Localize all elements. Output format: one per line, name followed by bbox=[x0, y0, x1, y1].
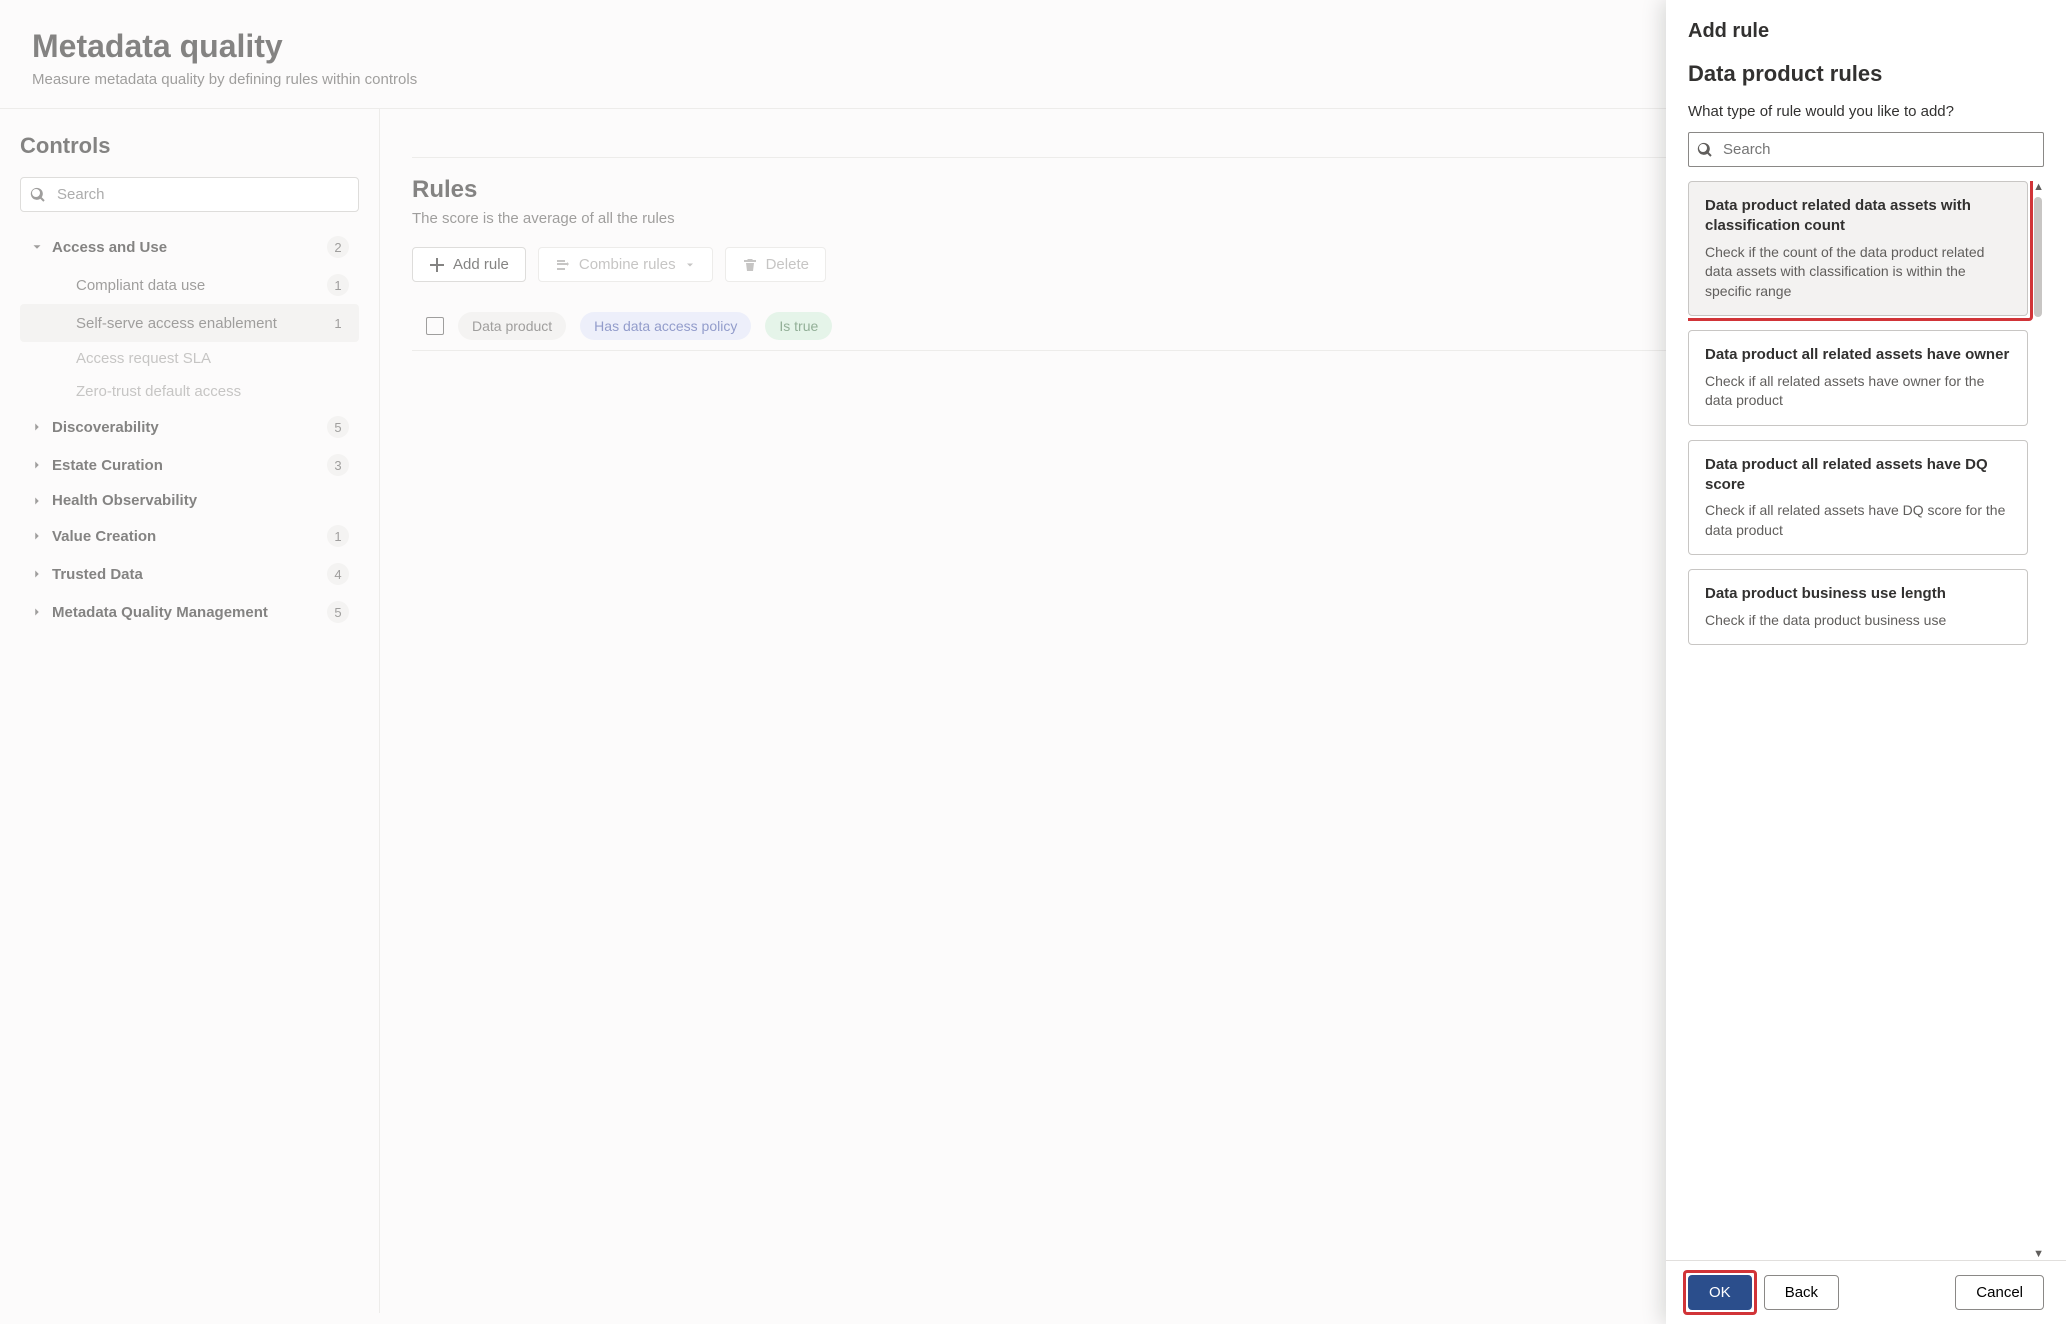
rule-type-list: Data product related data assets with cl… bbox=[1688, 181, 2044, 1260]
scrollbar[interactable] bbox=[2034, 197, 2042, 1244]
controls-tree: Access and Use2Compliant data use1Self-s… bbox=[20, 228, 359, 631]
count-badge: 2 bbox=[327, 236, 349, 258]
tree-group-label: Estate Curation bbox=[52, 457, 327, 474]
scroll-thumb[interactable] bbox=[2034, 197, 2042, 317]
combine-rules-button: Combine rules bbox=[538, 247, 713, 282]
chevron-down-icon bbox=[30, 240, 44, 254]
panel-search-input[interactable] bbox=[1688, 132, 2044, 167]
chevron-right-icon bbox=[30, 420, 44, 434]
tree-group-label: Trusted Data bbox=[52, 566, 327, 583]
scroll-down-icon[interactable]: ▼ bbox=[2033, 1248, 2044, 1260]
count-badge: 5 bbox=[327, 601, 349, 623]
plus-icon bbox=[429, 257, 445, 273]
tree-group[interactable]: Access and Use2 bbox=[20, 228, 359, 266]
trash-icon bbox=[742, 257, 758, 273]
tree-group-label: Value Creation bbox=[52, 528, 327, 545]
tree-group-label: Health Observability bbox=[52, 492, 349, 509]
rule-card-title: Data product all related assets have own… bbox=[1705, 345, 2011, 365]
ok-button-highlight: OK bbox=[1683, 1270, 1757, 1315]
rule-card-desc: Check if all related assets have DQ scor… bbox=[1705, 501, 2011, 540]
tree-child[interactable]: Compliant data use1 bbox=[20, 266, 359, 304]
pill-condition: Has data access policy bbox=[580, 312, 751, 340]
rule-card-highlight: Data product related data assets with cl… bbox=[1688, 181, 2033, 321]
tree-child-label: Self-serve access enablement bbox=[76, 315, 327, 332]
tree-group[interactable]: Value Creation1 bbox=[20, 517, 359, 555]
rule-card-title: Data product related data assets with cl… bbox=[1705, 196, 2011, 237]
rule-checkbox[interactable] bbox=[426, 317, 444, 335]
panel-subtitle: Data product rules bbox=[1688, 61, 2044, 87]
tree-child: Access request SLA bbox=[20, 342, 359, 375]
tree-group[interactable]: Trusted Data4 bbox=[20, 555, 359, 593]
add-rule-button[interactable]: Add rule bbox=[412, 247, 526, 282]
chevron-right-icon bbox=[30, 605, 44, 619]
pill-data-product: Data product bbox=[458, 312, 566, 340]
tree-group-label: Discoverability bbox=[52, 419, 327, 436]
count-badge: 1 bbox=[327, 525, 349, 547]
delete-button: Delete bbox=[725, 247, 826, 282]
sidebar-title: Controls bbox=[20, 133, 359, 159]
ok-button[interactable]: OK bbox=[1688, 1275, 1752, 1310]
add-rule-panel: Add rule Data product rules What type of… bbox=[1666, 0, 2066, 1324]
tree-child-label: Compliant data use bbox=[76, 277, 327, 294]
rule-type-card[interactable]: Data product all related assets have DQ … bbox=[1688, 440, 2028, 556]
count-badge: 4 bbox=[327, 563, 349, 585]
controls-search[interactable] bbox=[20, 177, 359, 212]
combine-icon bbox=[555, 257, 571, 273]
chevron-right-icon bbox=[30, 529, 44, 543]
add-rule-label: Add rule bbox=[453, 256, 509, 273]
tree-child-label: Zero-trust default access bbox=[76, 383, 349, 400]
rule-type-card[interactable]: Data product all related assets have own… bbox=[1688, 330, 2028, 425]
chevron-right-icon bbox=[30, 494, 44, 508]
rule-card-title: Data product all related assets have DQ … bbox=[1705, 455, 2011, 496]
search-icon bbox=[30, 187, 46, 203]
controls-sidebar: Controls Access and Use2Compliant data u… bbox=[0, 109, 380, 1313]
count-badge: 1 bbox=[327, 312, 349, 334]
tree-group[interactable]: Estate Curation3 bbox=[20, 446, 359, 484]
count-badge: 1 bbox=[327, 274, 349, 296]
tree-child-label: Access request SLA bbox=[76, 350, 349, 367]
delete-label: Delete bbox=[766, 256, 809, 273]
combine-rules-label: Combine rules bbox=[579, 256, 676, 273]
panel-footer: OK Back Cancel bbox=[1666, 1260, 2066, 1324]
panel-title: Add rule bbox=[1688, 20, 2044, 43]
tree-group[interactable]: Discoverability5 bbox=[20, 408, 359, 446]
tree-group[interactable]: Metadata Quality Management5 bbox=[20, 593, 359, 631]
tree-group-label: Metadata Quality Management bbox=[52, 604, 327, 621]
pill-value: Is true bbox=[765, 312, 832, 340]
tree-child[interactable]: Self-serve access enablement1 bbox=[20, 304, 359, 342]
tree-group[interactable]: Health Observability bbox=[20, 484, 359, 517]
count-badge: 3 bbox=[327, 454, 349, 476]
tree-group-label: Access and Use bbox=[52, 239, 327, 256]
rule-card-desc: Check if the count of the data product r… bbox=[1705, 243, 2011, 302]
rule-type-card[interactable]: Data product related data assets with cl… bbox=[1688, 181, 2028, 316]
search-icon bbox=[1697, 142, 1713, 158]
back-button[interactable]: Back bbox=[1764, 1275, 1839, 1310]
rule-type-card[interactable]: Data product business use length Check if… bbox=[1688, 569, 2028, 645]
chevron-right-icon bbox=[30, 458, 44, 472]
chevron-down-icon bbox=[684, 259, 696, 271]
count-badge: 5 bbox=[327, 416, 349, 438]
panel-prompt: What type of rule would you like to add? bbox=[1688, 103, 2044, 120]
cancel-button[interactable]: Cancel bbox=[1955, 1275, 2044, 1310]
rule-card-desc: Check if all related assets have owner f… bbox=[1705, 372, 2011, 411]
rule-card-desc: Check if the data product business use bbox=[1705, 611, 2011, 631]
tree-child: Zero-trust default access bbox=[20, 375, 359, 408]
chevron-right-icon bbox=[30, 567, 44, 581]
scroll-up-icon[interactable]: ▲ bbox=[2033, 181, 2044, 193]
controls-search-input[interactable] bbox=[20, 177, 359, 212]
panel-search[interactable] bbox=[1688, 132, 2044, 167]
rule-card-title: Data product business use length bbox=[1705, 584, 2011, 604]
